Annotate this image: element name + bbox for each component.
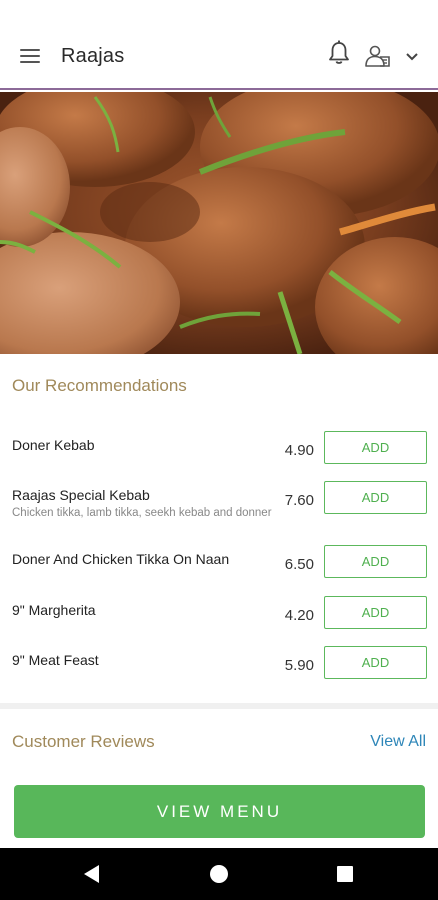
app-bar: Raajas (0, 0, 438, 90)
dish-price: 7.60 (284, 492, 314, 509)
section-divider (0, 703, 438, 709)
menu-line (20, 55, 40, 57)
home-icon[interactable] (210, 865, 228, 883)
dish-name: Doner And Chicken Tikka On Naan (12, 551, 230, 567)
page-title: Raajas (61, 45, 125, 67)
list-item: Doner Kebab 4.90 ADD (0, 431, 438, 487)
reviews-title: Customer Reviews (12, 732, 155, 751)
menu-line (20, 61, 40, 63)
menu-line (20, 49, 40, 51)
dish-price: 4.20 (284, 607, 314, 624)
add-button[interactable]: ADD (324, 431, 427, 464)
dish-name: 9" Margherita (12, 602, 96, 618)
add-button[interactable]: ADD (324, 481, 427, 514)
chevron-down-icon (406, 53, 418, 61)
list-item: Doner And Chicken Tikka On Naan 6.50 ADD (0, 545, 438, 601)
menu-icon[interactable] (20, 49, 40, 65)
dish-name: Doner Kebab (12, 437, 95, 453)
hero-image (0, 92, 438, 354)
back-icon[interactable] (82, 864, 102, 884)
view-menu-button[interactable]: VIEW MENU (14, 785, 425, 838)
add-button[interactable]: ADD (324, 545, 427, 578)
dish-name: 9" Meat Feast (12, 652, 99, 668)
add-button[interactable]: ADD (324, 596, 427, 629)
add-button[interactable]: ADD (324, 646, 427, 679)
dish-price: 6.50 (284, 556, 314, 573)
dish-price: 4.90 (284, 442, 314, 459)
view-all-link[interactable]: View All (370, 733, 426, 751)
bell-icon[interactable] (328, 40, 350, 66)
user-icon (365, 45, 390, 67)
list-item: 9" Meat Feast 5.90 ADD (0, 646, 438, 702)
recommendations-title: Our Recommendations (12, 376, 187, 395)
system-nav-bar (0, 848, 438, 900)
user-menu-button[interactable] (364, 44, 422, 70)
dish-name: Raajas Special Kebab (12, 487, 150, 503)
dish-description: Chicken tikka, lamb tikka, seekh kebab a… (12, 507, 272, 519)
dish-price: 5.90 (284, 657, 314, 674)
food-photo (0, 92, 438, 354)
list-item: Raajas Special Kebab Chicken tikka, lamb… (0, 481, 438, 547)
recent-apps-icon[interactable] (337, 866, 353, 882)
list-item: 9" Margherita 4.20 ADD (0, 596, 438, 652)
